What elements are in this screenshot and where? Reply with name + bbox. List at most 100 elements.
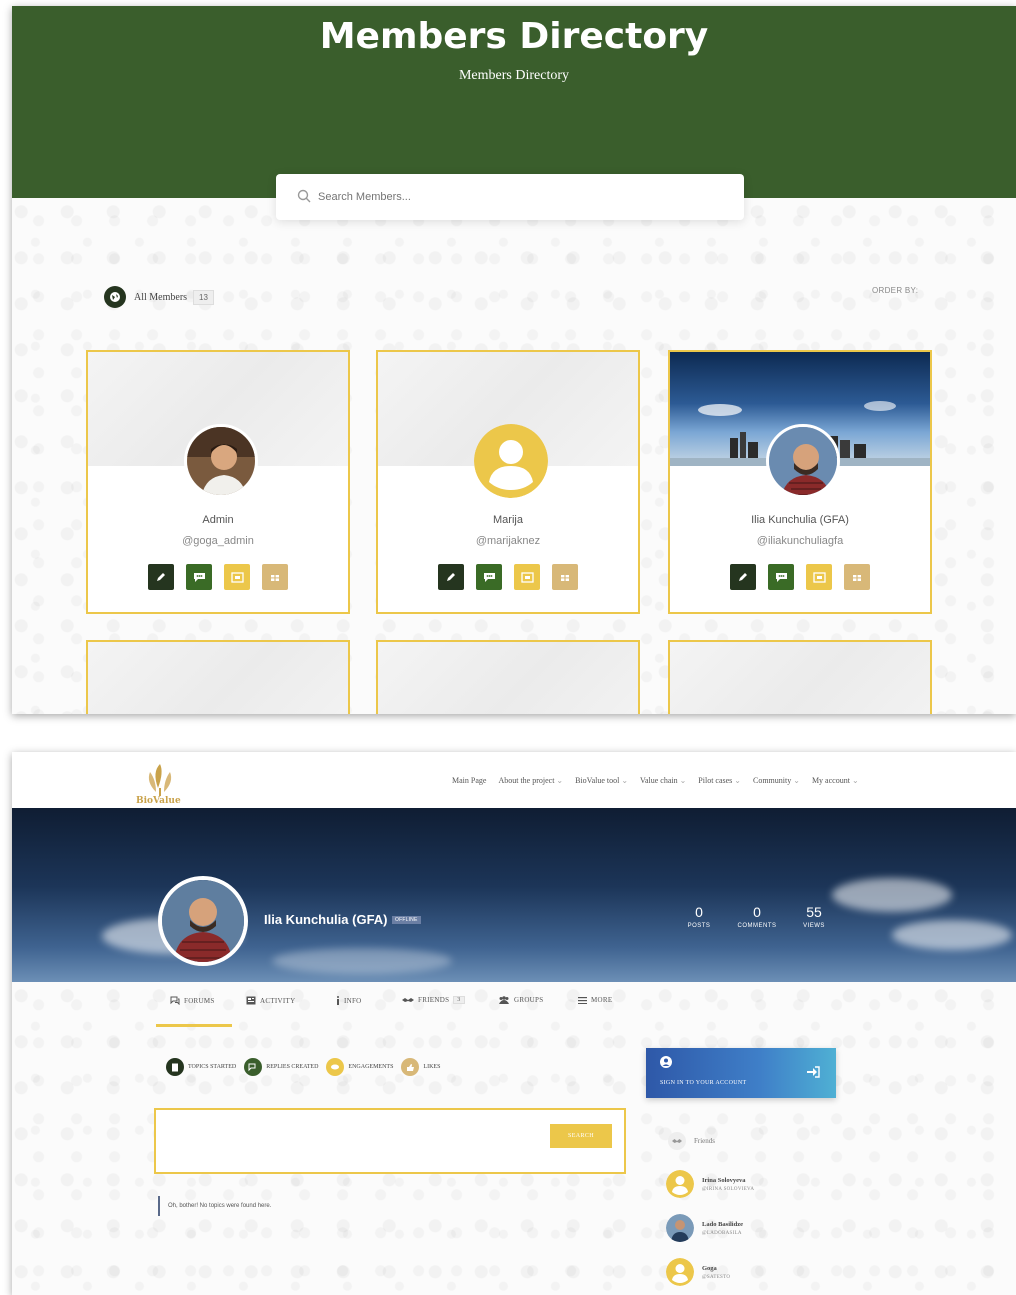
- profile-screenshot: BioValue Main Page About the project Bio…: [12, 752, 1016, 1295]
- member-handle: @iliakunchuliagfa: [756, 535, 844, 547]
- card-actions: [378, 564, 638, 590]
- avatar[interactable]: [666, 1170, 694, 1198]
- member-handle: @goga_admin: [182, 535, 254, 547]
- stat-comments: 0 COMMENTS: [732, 904, 782, 929]
- nav-item-value-chain[interactable]: Value chain: [640, 776, 686, 785]
- member-card[interactable]: Admin @goga_admin: [86, 350, 350, 614]
- nav-item-community[interactable]: Community: [753, 776, 800, 785]
- profile-cover: [12, 808, 1016, 982]
- nav-item-about[interactable]: About the project: [498, 776, 563, 785]
- tab-groups[interactable]: GROUPS: [498, 996, 543, 1004]
- message-icon[interactable]: [476, 564, 502, 590]
- edit-icon[interactable]: [148, 564, 174, 590]
- filter-replies-created[interactable]: REPLIES CREATED: [244, 1058, 318, 1076]
- filter-label: LIKES: [423, 1064, 441, 1070]
- search-input[interactable]: [318, 184, 718, 210]
- activity-icon: [246, 996, 256, 1005]
- friend-name[interactable]: Goga: [702, 1265, 730, 1272]
- filter-topics-started[interactable]: TOPICS STARTED: [166, 1058, 236, 1076]
- friends-icon: [402, 998, 414, 1002]
- message-icon[interactable]: [186, 564, 212, 590]
- gift-icon[interactable]: [844, 564, 870, 590]
- card-actions: [88, 564, 348, 590]
- handshake-icon: [668, 1132, 686, 1150]
- avatar[interactable]: [184, 424, 258, 498]
- profile-name: Ilia Kunchulia (GFA): [264, 912, 388, 927]
- stat-label: POSTS: [687, 923, 711, 929]
- tab-label: MORE: [591, 996, 613, 1004]
- tab-forums[interactable]: FORUMS: [170, 996, 215, 1005]
- member-search[interactable]: [276, 174, 744, 220]
- mail-icon[interactable]: [514, 564, 540, 590]
- tab-label: GROUPS: [514, 996, 544, 1004]
- friend-item[interactable]: Lado Basilidze @LADOBASILA: [666, 1214, 743, 1242]
- sign-in-widget[interactable]: SIGN IN TO YOUR ACCOUNT: [646, 1048, 836, 1098]
- member-card[interactable]: Marija @marijaknez: [376, 350, 640, 614]
- all-members-filter[interactable]: All Members 13: [104, 286, 214, 308]
- thumbs-up-icon: [401, 1058, 420, 1076]
- avatar[interactable]: [666, 1214, 694, 1242]
- member-card[interactable]: Ilia Kunchulia (GFA) @iliakunchuliagfa: [668, 350, 932, 614]
- page-subtitle: Members Directory: [458, 68, 570, 83]
- stat-views: 55 VIEWS: [789, 904, 839, 929]
- avatar[interactable]: [666, 1258, 694, 1286]
- friends-widget-header: Friends: [668, 1132, 715, 1150]
- tab-label: ACTIVITY: [260, 996, 296, 1005]
- tab-label: INFO: [344, 996, 362, 1005]
- nav-item-main-page[interactable]: Main Page: [452, 776, 486, 785]
- more-icon: [578, 996, 587, 1004]
- filter-likes[interactable]: LIKES: [401, 1058, 440, 1076]
- search-button[interactable]: SEARCH: [550, 1124, 612, 1148]
- active-tab-indicator: [156, 1024, 232, 1027]
- page-title: Members Directory: [319, 16, 709, 57]
- member-card-partial[interactable]: [376, 640, 640, 714]
- edit-icon[interactable]: [730, 564, 756, 590]
- friend-item[interactable]: Irina Solovyeva @IRINA SOLOVIEVA: [666, 1170, 754, 1198]
- stat-value: 0: [753, 904, 761, 920]
- mail-icon[interactable]: [224, 564, 250, 590]
- gift-icon[interactable]: [552, 564, 578, 590]
- no-topics-notice: Oh, bother! No topics were found here.: [158, 1196, 271, 1216]
- globe-icon: [104, 286, 126, 308]
- filter-label: TOPICS STARTED: [188, 1064, 237, 1070]
- friend-name[interactable]: Irina Solovyeva: [702, 1177, 754, 1184]
- avatar[interactable]: [474, 424, 548, 498]
- stat-label: COMMENTS: [737, 923, 777, 929]
- all-members-label: All Members: [134, 291, 188, 303]
- profile-avatar[interactable]: [158, 876, 248, 966]
- friend-name[interactable]: Lado Basilidze: [702, 1221, 743, 1228]
- logo-text[interactable]: BioValue: [136, 796, 181, 806]
- member-count-badge: 13: [193, 289, 214, 305]
- member-name[interactable]: Ilia Kunchulia (GFA): [670, 514, 930, 526]
- order-by-dropdown[interactable]: ORDER BY:: [872, 286, 918, 295]
- nav-item-pilot-cases[interactable]: Pilot cases: [698, 776, 741, 785]
- nav-item-my-account[interactable]: My account: [812, 776, 859, 785]
- tab-activity[interactable]: ACTIVITY: [246, 996, 295, 1005]
- member-name[interactable]: Marija: [378, 514, 638, 526]
- forum-search-input[interactable]: [168, 1124, 538, 1148]
- stat-posts: 0 POSTS: [674, 904, 724, 929]
- member-card-partial[interactable]: [86, 640, 350, 714]
- friend-item[interactable]: Goga @SATESTO: [666, 1258, 730, 1286]
- friends-count-badge: 3: [453, 996, 465, 1004]
- tab-more[interactable]: MORE: [578, 996, 612, 1004]
- stat-value: 55: [806, 904, 822, 920]
- engagement-icon: [326, 1058, 345, 1076]
- stat-value: 0: [695, 904, 703, 920]
- nav-item-biovalue-tool[interactable]: BioValue tool: [575, 776, 628, 785]
- members-directory-screenshot: Members Directory Members Directory All …: [12, 6, 1016, 714]
- forum-filters: TOPICS STARTED REPLIES CREATED ENGAGEMEN…: [166, 1058, 440, 1076]
- forum-search-box: SEARCH: [154, 1108, 626, 1174]
- tab-info[interactable]: INFO: [336, 996, 362, 1005]
- friend-handle: @SATESTO: [702, 1274, 731, 1280]
- filter-engagements[interactable]: ENGAGEMENTS: [326, 1058, 393, 1076]
- gift-icon[interactable]: [262, 564, 288, 590]
- mail-icon[interactable]: [806, 564, 832, 590]
- message-icon[interactable]: [768, 564, 794, 590]
- edit-icon[interactable]: [438, 564, 464, 590]
- avatar[interactable]: [766, 424, 840, 498]
- stat-label: VIEWS: [803, 923, 825, 929]
- member-name[interactable]: Admin: [88, 514, 348, 526]
- member-card-partial[interactable]: [668, 640, 932, 714]
- tab-friends[interactable]: FRIENDS 3: [402, 996, 465, 1004]
